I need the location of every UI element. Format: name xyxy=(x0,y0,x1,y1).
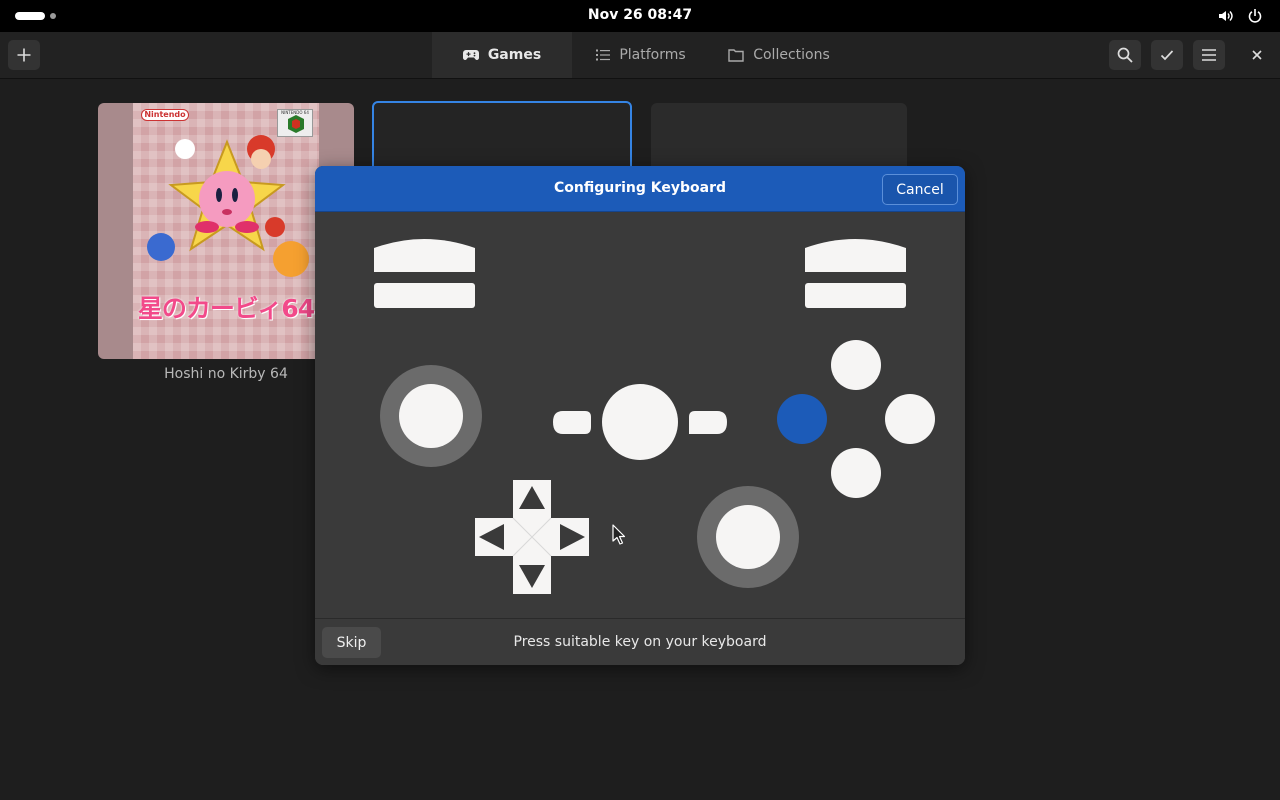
tab-collections[interactable]: Collections xyxy=(712,32,846,78)
cover-illustration xyxy=(147,135,309,277)
north-face-button[interactable] xyxy=(831,340,881,390)
dialog-title: Configuring Keyboard xyxy=(553,180,727,196)
header-bar: Games Platforms Collections xyxy=(0,32,1280,79)
dialog-header: Configuring Keyboard Cancel xyxy=(315,166,965,212)
east-face-button[interactable] xyxy=(885,394,935,444)
main-menu-button[interactable] xyxy=(1193,40,1225,70)
menu-icon xyxy=(1202,49,1216,61)
list-icon xyxy=(596,49,611,61)
cancel-button[interactable]: Cancel xyxy=(882,174,958,205)
game-cover-art: Nintendo NINTENDO 64 星のカービィ64 xyxy=(133,103,319,359)
search-button[interactable] xyxy=(1109,40,1141,70)
publisher-logo: Nintendo xyxy=(141,109,189,121)
instruction-text: Press suitable key on your keyboard xyxy=(513,634,767,650)
selection-mode-button[interactable] xyxy=(1151,40,1183,70)
west-face-button[interactable] xyxy=(777,394,827,444)
right-stick[interactable] xyxy=(697,486,799,588)
start-button[interactable] xyxy=(689,411,727,434)
left-bumper-button[interactable] xyxy=(374,239,475,272)
check-icon xyxy=(1160,50,1174,61)
south-face-button[interactable] xyxy=(831,448,881,498)
gamepad-diagram xyxy=(374,239,935,594)
search-icon xyxy=(1117,47,1133,63)
tab-platforms[interactable]: Platforms xyxy=(578,32,704,78)
close-icon xyxy=(1252,50,1262,60)
cover-title-text: 星のカービィ64 xyxy=(137,294,315,323)
system-top-bar: Nov 26 08:47 xyxy=(0,0,1280,32)
tab-games[interactable]: Games xyxy=(432,32,572,78)
mouse-pointer-icon xyxy=(612,524,626,545)
tab-collections-label: Collections xyxy=(753,47,830,63)
volume-icon[interactable] xyxy=(1218,8,1234,24)
tab-platforms-label: Platforms xyxy=(619,47,686,63)
power-icon[interactable] xyxy=(1247,8,1263,24)
home-button[interactable] xyxy=(602,384,678,460)
folder-icon xyxy=(728,49,744,62)
plus-icon xyxy=(17,48,31,62)
right-bumper-button[interactable] xyxy=(805,239,906,272)
right-trigger-button[interactable] xyxy=(805,283,906,308)
configure-keyboard-dialog: Configuring Keyboard Cancel Skip Press s… xyxy=(315,166,965,665)
left-stick[interactable] xyxy=(380,365,482,467)
dialog-footer: Skip Press suitable key on your keyboard xyxy=(315,618,965,665)
dpad xyxy=(475,480,589,594)
clock[interactable]: Nov 26 08:47 xyxy=(0,7,1280,23)
left-trigger-button[interactable] xyxy=(374,283,475,308)
window-close-button[interactable] xyxy=(1248,46,1266,64)
add-game-button[interactable] xyxy=(8,40,40,70)
tab-games-label: Games xyxy=(487,47,542,63)
select-button[interactable] xyxy=(553,411,591,434)
gamepad-icon xyxy=(462,50,479,60)
